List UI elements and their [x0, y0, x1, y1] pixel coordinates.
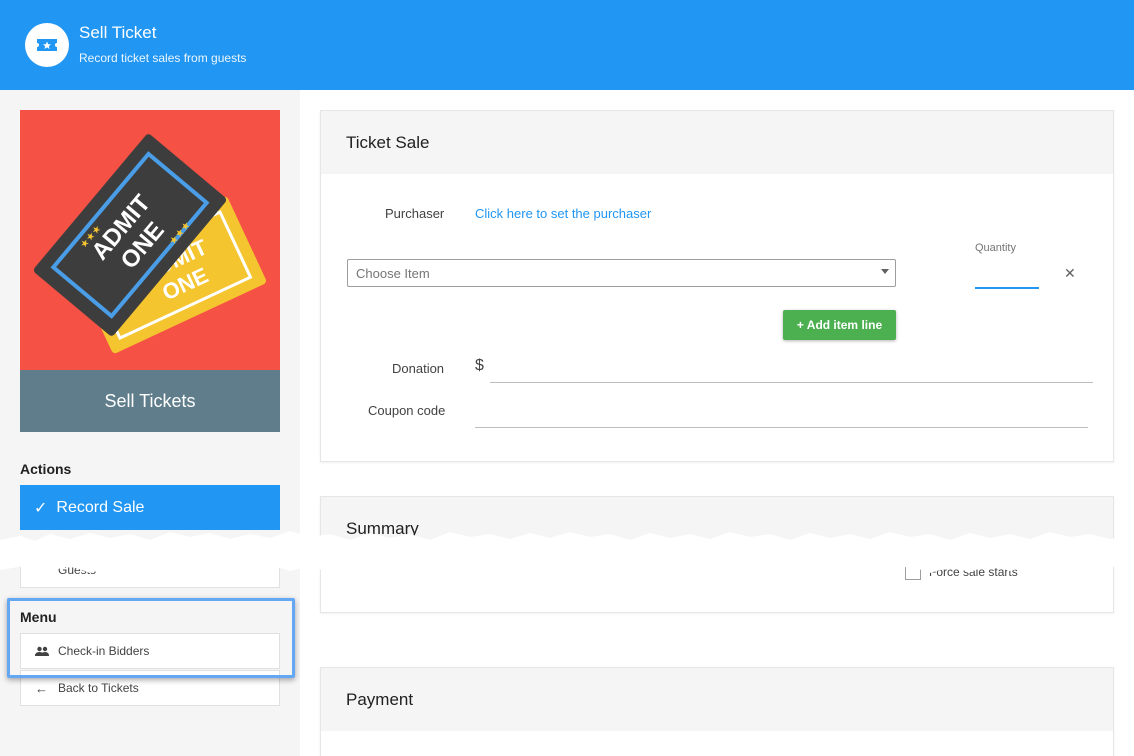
summary-title: Summary [321, 497, 1113, 560]
quantity-input[interactable] [975, 263, 1039, 289]
choose-item-placeholder: Choose Item [356, 265, 430, 281]
add-item-line-button[interactable]: + Add item line [783, 310, 896, 340]
app-header: Sell Ticket Record ticket sales from gue… [0, 0, 1134, 90]
ticket-sale-card: Ticket Sale Purchaser Click here to set … [320, 110, 1114, 462]
summary-card: Summary Force sale starts [320, 496, 1114, 613]
admit-one-tickets-image: ADMIT ONE ADMIT ONE ★★★ ★★★ [20, 110, 280, 370]
force-sale-checkbox[interactable] [905, 564, 921, 580]
guests-button[interactable]: Guests [20, 552, 280, 588]
record-sale-button[interactable]: ✓ Record Sale [20, 485, 280, 530]
record-sale-label: Record Sale [56, 498, 145, 516]
donation-label: Donation [392, 361, 445, 376]
actions-heading: Actions [20, 461, 72, 477]
dollar-prefix: $ [475, 357, 484, 374]
ticket-icon [25, 23, 69, 67]
coupon-code-input[interactable] [475, 399, 1088, 428]
page-title: Sell Ticket [79, 23, 157, 42]
guests-label: Guests [58, 563, 97, 577]
ticket-sale-title: Ticket Sale [321, 111, 1113, 174]
page-subtitle: Record ticket sales from guests [79, 51, 247, 65]
coupon-code-label: Coupon code [368, 403, 446, 418]
promo-caption: Sell Tickets [20, 370, 280, 432]
payment-title: Payment [321, 668, 1113, 731]
choose-item-select[interactable]: Choose Item [347, 259, 896, 287]
payment-card: Payment [320, 667, 1114, 756]
sidebar: ADMIT ONE ADMIT ONE ★★★ ★★★ Sell Tickets… [0, 90, 300, 756]
purchaser-label: Purchaser [385, 206, 445, 221]
check-icon: ✓ [34, 499, 48, 517]
set-purchaser-link[interactable]: Click here to set the purchaser [475, 206, 651, 221]
arrow-left-icon: ← [35, 680, 48, 696]
quantity-label: Quantity [975, 242, 1016, 254]
menu-highlight-box [7, 598, 295, 678]
donation-input[interactable] [490, 355, 1093, 383]
caret-down-icon [881, 269, 889, 274]
back-to-tickets-label: Back to Tickets [58, 681, 139, 695]
force-sale-label: Force sale starts [929, 565, 1018, 579]
remove-line-icon[interactable]: ✕ [1064, 265, 1076, 282]
